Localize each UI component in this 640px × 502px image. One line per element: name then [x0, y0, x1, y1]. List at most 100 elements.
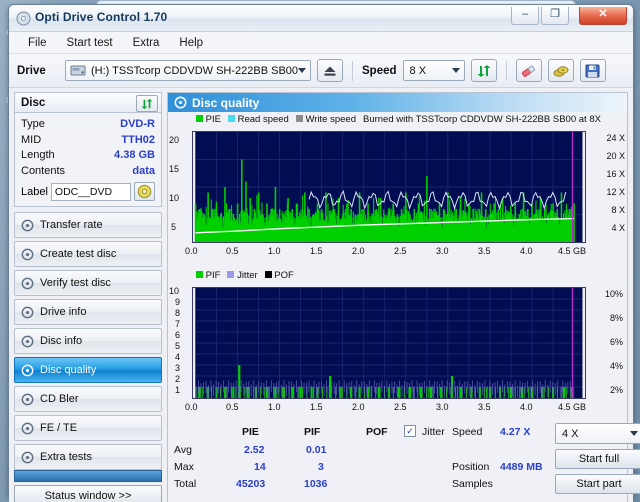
sidebar-item-label: Verify test disc — [40, 277, 111, 289]
minimize-button[interactable]: – — [511, 7, 539, 25]
window-title: Opti Drive Control 1.70 — [35, 10, 168, 24]
pie-xtick-8: 4.0 — [520, 246, 533, 256]
maximize-button[interactable]: ❐ — [541, 7, 569, 25]
sidebar-item-disc-quality[interactable]: Disc quality — [14, 357, 162, 383]
menu-item-help[interactable]: Help — [170, 35, 212, 51]
pif-xtick-2: 1.0 — [268, 402, 281, 412]
erase-button[interactable] — [515, 59, 542, 82]
stats-row-total-label: Total — [174, 478, 197, 490]
start-part-button[interactable]: Start part — [555, 474, 640, 494]
refresh-icon — [477, 64, 491, 77]
stats-total-pie: 45203 — [236, 478, 266, 490]
pif-xtick-6: 3.0 — [436, 402, 449, 412]
pie-xtick-1: 0.5 — [226, 246, 239, 256]
toolbar-separator-2 — [505, 60, 507, 81]
disc-row-mid: MID TTH02 — [21, 133, 155, 149]
pie-xtick-4: 2.0 — [352, 246, 365, 256]
sidebar-item-label: Transfer rate — [40, 219, 103, 231]
pif-xtick-5: 2.5 — [394, 402, 407, 412]
sidebar-item-cd-bler[interactable]: CD Bler — [14, 386, 162, 412]
menu-item-file[interactable]: File — [19, 35, 56, 51]
stats-row-avg-label: Avg — [174, 444, 192, 456]
eject-button[interactable] — [317, 59, 343, 82]
legend-label-pif: PIF — [205, 270, 221, 281]
speed-ytick-20: 20 X — [606, 151, 625, 161]
sidebar-item-verify-test-disc[interactable]: Verify test disc — [14, 270, 162, 296]
drive-select[interactable]: (H:) TSSTcorp CDDVDW SH-222BB SB00 — [65, 60, 311, 81]
status-window-button[interactable]: Status window >> — [14, 485, 162, 502]
content-header: Disc quality — [168, 93, 627, 112]
sidebar-item-drive-info[interactable]: Drive info — [14, 299, 162, 325]
speed-result-value: 4.27 X — [500, 426, 531, 438]
pif-xtick-7: 3.5 — [478, 402, 491, 412]
app-icon — [16, 11, 31, 26]
disc-icon — [21, 248, 34, 260]
legend-label-read-speed: Read speed — [237, 114, 289, 125]
pif-ytick-1: 1 — [175, 385, 181, 395]
pif-xtick-9: 4.5 GB — [558, 402, 587, 412]
drive-value: (H:) TSSTcorp CDDVDW SH-222BB SB00 — [91, 64, 299, 77]
speed-select[interactable]: 8 X — [402, 60, 465, 81]
disc-label-label: Label — [21, 185, 48, 198]
jitter-checkbox[interactable]: ✓ — [404, 425, 416, 437]
pif-ytick-8: 8 — [175, 308, 181, 318]
stats-col-pie: PIE — [242, 426, 259, 438]
disc-label-input[interactable]: ODC__DVD — [50, 182, 131, 201]
stats-total-pif: 1036 — [304, 478, 328, 490]
position-value: 4489 MB — [500, 461, 543, 473]
jitter-checkbox-label: Jitter — [422, 426, 445, 438]
sidebar-item-label: Drive info — [40, 306, 87, 318]
content-title: Disc quality — [192, 95, 260, 110]
pif-xtick-8: 4.0 — [520, 402, 533, 412]
disc-contents-label: Contents — [21, 164, 66, 177]
disc-length-label: Length — [21, 149, 55, 161]
stats-col-pof: POF — [366, 426, 388, 438]
jitter-ytick-4: 4% — [609, 361, 623, 371]
test-speed-value: 4 X — [562, 427, 579, 440]
toolbar-separator-1 — [352, 60, 353, 81]
pif-chart-legend: PIF Jitter POF — [196, 270, 298, 281]
pif-ytick-5: 5 — [175, 341, 181, 351]
start-full-button[interactable]: Start full — [555, 449, 640, 469]
bitsetting-button[interactable] — [547, 59, 574, 82]
sidebar-item-label: Extra tests — [40, 451, 92, 463]
pif-xtick-4: 2.0 — [352, 402, 365, 412]
pif-ytick-9: 9 — [175, 297, 181, 307]
main-window: Opti Drive Control 1.70 – ❐ ✕ File Start… — [8, 4, 640, 502]
sidebar-item-create-test-disc[interactable]: Create test disc — [14, 241, 162, 267]
sidebar-item-extra-tests[interactable]: Extra tests — [14, 444, 162, 470]
menu-item-start-test[interactable]: Start test — [58, 35, 122, 51]
disc-contents-value: data — [132, 164, 155, 177]
save-button[interactable] — [579, 59, 606, 82]
speed-label: Speed — [362, 64, 397, 77]
disc-row-type: Type DVD-R — [21, 117, 155, 133]
pif-ytick-3: 3 — [175, 363, 181, 373]
toolbar: Drive (H:) TSSTcorp CDDVDW SH-222BB SB00… — [9, 54, 633, 88]
maximize-icon: ❐ — [550, 8, 560, 20]
window-body: Disc Type DVD-R MID TTH02 Length 4.38 GB… — [9, 88, 640, 502]
pie-chart: PIE Read speed Write speed Burned with T… — [169, 114, 625, 266]
test-speed-select[interactable]: 4 X — [555, 423, 640, 444]
disc-panel-header: Disc — [14, 92, 162, 113]
pif-xtick-1: 0.5 — [226, 402, 239, 412]
disc-icon — [21, 219, 34, 231]
refresh-button[interactable] — [470, 59, 497, 82]
menu-item-extra[interactable]: Extra — [124, 35, 169, 51]
save-icon — [585, 64, 600, 77]
pie-xtick-7: 3.5 — [478, 246, 491, 256]
disc-refresh-button[interactable] — [136, 95, 158, 112]
stats-avg-pie: 2.52 — [244, 444, 265, 456]
sidebar-item-transfer-rate[interactable]: Transfer rate — [14, 212, 162, 238]
stats-max-pif: 3 — [318, 461, 324, 473]
legend-swatch-pie — [196, 115, 203, 122]
legend-label-pie: PIE — [205, 114, 221, 125]
disc-icon — [174, 96, 187, 109]
disc-icon — [137, 184, 152, 199]
sidebar-item-fe-te[interactable]: FE / TE — [14, 415, 162, 441]
pif-ytick-2: 2 — [175, 374, 181, 384]
pie-xtick-3: 1.5 — [310, 246, 323, 256]
speed-result-label: Speed — [452, 426, 483, 438]
disc-detail-button[interactable] — [134, 182, 155, 201]
close-button[interactable]: ✕ — [579, 7, 627, 25]
sidebar-item-disc-info[interactable]: Disc info — [14, 328, 162, 354]
